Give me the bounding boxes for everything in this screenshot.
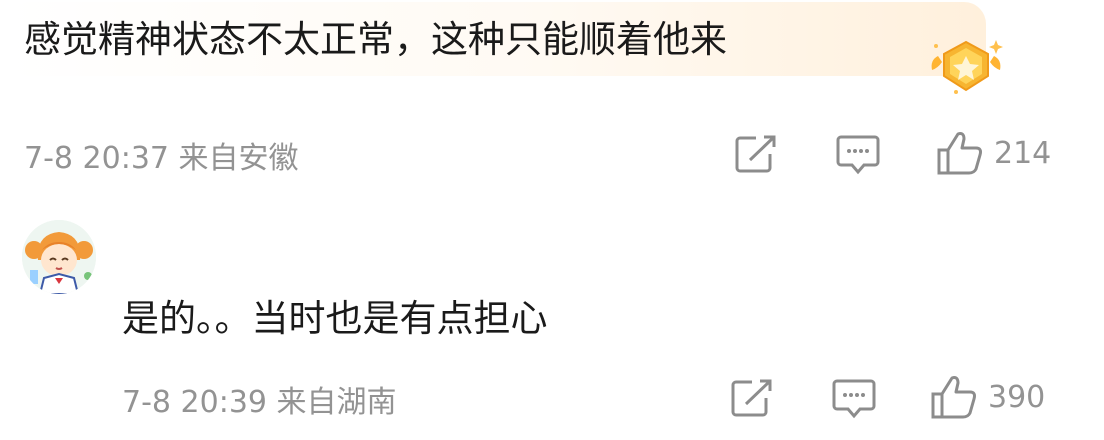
comment-icon bbox=[836, 135, 880, 175]
reply-share-button[interactable] bbox=[730, 378, 774, 418]
reply-time-location: 7-8 20:39 来自湖南 bbox=[122, 385, 397, 420]
cartoon-girl-avatar[interactable] bbox=[22, 220, 96, 294]
avatar-image bbox=[22, 220, 96, 294]
share-icon bbox=[731, 379, 772, 417]
star-shield-badge-icon bbox=[931, 40, 1003, 94]
share-button[interactable] bbox=[734, 134, 778, 174]
thumbs-up-icon bbox=[937, 132, 982, 175]
reply-comment-button[interactable] bbox=[832, 378, 876, 420]
thumbs-up-icon bbox=[931, 376, 976, 419]
reply-text: 是的。。当时也是有点担心 bbox=[122, 297, 548, 340]
comment-meta: 7-8 20:37 来自安徽 bbox=[24, 130, 299, 180]
reply-like-button[interactable]: 390 bbox=[930, 374, 1045, 420]
like-count: 390 bbox=[988, 379, 1046, 415]
comment-time-location: 7-8 20:37 来自安徽 bbox=[24, 141, 299, 176]
reply-meta: 7-8 20:39 来自湖南 bbox=[122, 374, 397, 424]
comment-text: 感觉精神状态不太正常，这种只能顺着他来 bbox=[24, 18, 727, 61]
comment-thread: 感觉精神状态不太正常，这种只能顺着他来 7-8 20:37 来自安徽 214 是… bbox=[0, 0, 1104, 440]
share-icon bbox=[735, 135, 776, 173]
comment-button[interactable] bbox=[836, 134, 880, 176]
like-count: 214 bbox=[994, 135, 1052, 171]
like-button[interactable]: 214 bbox=[936, 130, 1051, 176]
comment-icon bbox=[832, 379, 876, 419]
